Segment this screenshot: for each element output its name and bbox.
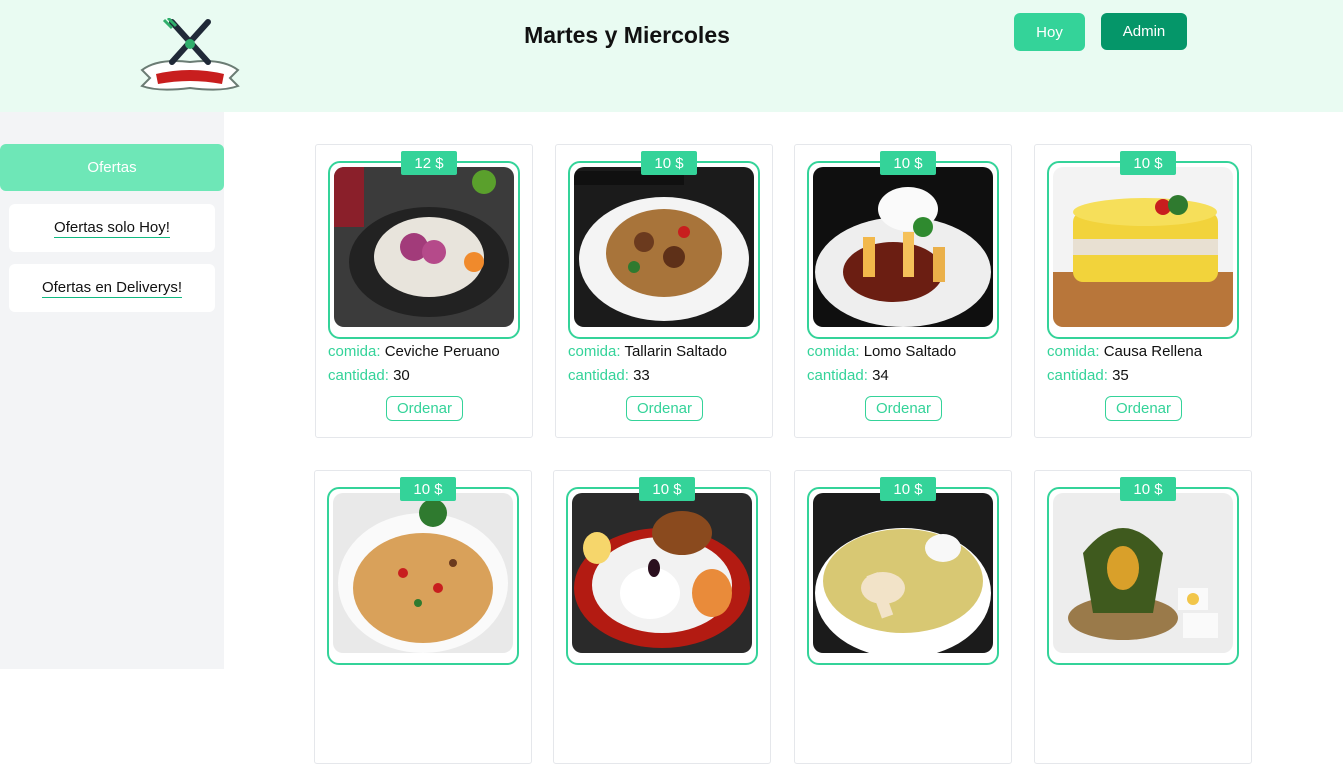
dish-name: Lomo Saltado <box>863 343 957 360</box>
dish-name: Causa Rellena <box>1103 343 1203 360</box>
comida-label: comida: <box>568 343 621 360</box>
ordenar-button[interactable]: Ordenar <box>386 396 463 421</box>
product-card: 10 $ comida: Tallarin Saltado cantidad: 33… <box>555 144 773 438</box>
product-card: 10 $ <box>1034 470 1252 764</box>
sidebar: Ofertas Ofertas solo Hoy! Ofertas en Del… <box>0 112 224 669</box>
product-card: 10 $ comida: Causa Rellena cantidad: 35 Ord… <box>1034 144 1252 438</box>
dish-name: Ceviche Peruano <box>384 343 500 360</box>
comida-label: comida: <box>807 343 860 360</box>
dish-name-row: comida: Tallarin Saltado <box>568 343 727 360</box>
dish-image <box>333 493 513 653</box>
header: Martes y Miercoles Hoy Admin <box>0 0 1343 112</box>
dish-quantity: 30 <box>393 367 410 384</box>
dish-image-frame <box>566 487 758 665</box>
dish-quantity: 34 <box>872 367 889 384</box>
product-card: 12 $ comida: Ceviche Peruano cantidad: 30 O… <box>315 144 533 438</box>
dish-image <box>334 167 514 327</box>
quantity-row: cantidad: 34 <box>807 367 889 384</box>
dish-name: Tallarin Saltado <box>624 343 727 360</box>
price-badge: 10 $ <box>1120 151 1176 175</box>
quantity-row: cantidad: 35 <box>1047 367 1129 384</box>
dish-image <box>572 493 752 653</box>
quantity-row: cantidad: 33 <box>568 367 650 384</box>
dish-quantity: 33 <box>633 367 650 384</box>
sidebar-item-ofertas-delivery[interactable]: Ofertas en Deliverys! <box>9 264 215 312</box>
product-card: 10 $ <box>553 470 771 764</box>
dish-image <box>574 167 754 327</box>
product-card: 10 $ comida: Lomo Saltado cantidad: 34 Orde… <box>794 144 1012 438</box>
dish-name-row: comida: Lomo Saltado <box>807 343 956 360</box>
dish-name-row: comida: Causa Rellena <box>1047 343 1202 360</box>
cantidad-label: cantidad: <box>568 367 629 384</box>
price-badge: 10 $ <box>880 151 936 175</box>
hoy-button[interactable]: Hoy <box>1014 13 1085 51</box>
dish-image-frame <box>328 161 520 339</box>
sidebar-item-label: Ofertas en Deliverys! <box>41 278 183 298</box>
sidebar-heading: Ofertas <box>0 144 224 191</box>
dish-image <box>813 493 993 653</box>
price-badge: 10 $ <box>880 477 936 501</box>
dish-image-frame <box>807 161 999 339</box>
cantidad-label: cantidad: <box>807 367 868 384</box>
quantity-row: cantidad: 30 <box>328 367 410 384</box>
price-badge: 12 $ <box>401 151 457 175</box>
dish-name-row: comida: Ceviche Peruano <box>328 343 500 360</box>
dish-image <box>1053 167 1233 327</box>
price-badge: 10 $ <box>639 477 695 501</box>
price-badge: 10 $ <box>1120 477 1176 501</box>
ordenar-button[interactable]: Ordenar <box>626 396 703 421</box>
sidebar-item-label: Ofertas solo Hoy! <box>54 218 170 238</box>
comida-label: comida: <box>1047 343 1100 360</box>
dish-image-frame <box>1047 161 1239 339</box>
dish-image-frame <box>568 161 760 339</box>
dish-image <box>813 167 993 327</box>
ordenar-button[interactable]: Ordenar <box>1105 396 1182 421</box>
product-card: 10 $ <box>794 470 1012 764</box>
product-card: 10 $ <box>314 470 532 764</box>
cantidad-label: cantidad: <box>1047 367 1108 384</box>
admin-button[interactable]: Admin <box>1101 13 1187 50</box>
dish-image-frame <box>1047 487 1239 665</box>
dish-image-frame <box>807 487 999 665</box>
price-badge: 10 $ <box>641 151 697 175</box>
dish-image-frame <box>327 487 519 665</box>
ordenar-button[interactable]: Ordenar <box>865 396 942 421</box>
price-badge: 10 $ <box>400 477 456 501</box>
comida-label: comida: <box>328 343 381 360</box>
dish-quantity: 35 <box>1112 367 1129 384</box>
cantidad-label: cantidad: <box>328 367 389 384</box>
sidebar-item-ofertas-hoy[interactable]: Ofertas solo Hoy! <box>9 204 215 252</box>
dish-image <box>1053 493 1233 653</box>
